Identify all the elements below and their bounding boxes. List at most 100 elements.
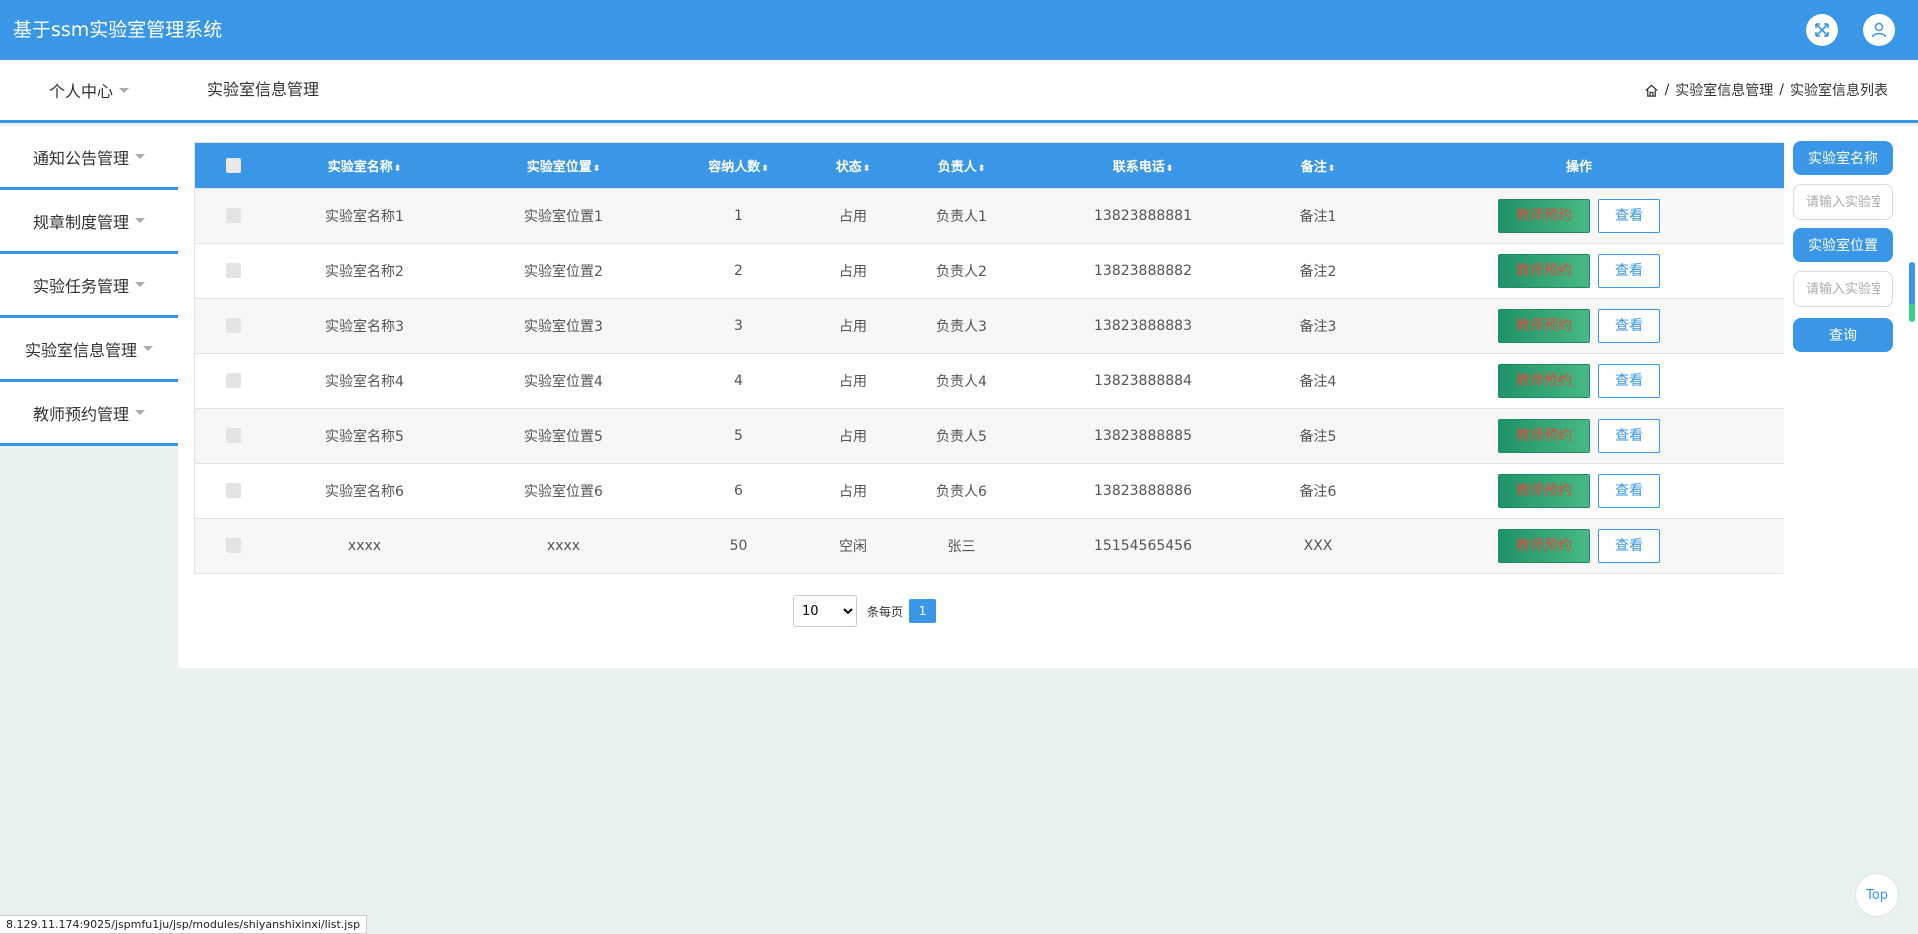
cell-location: 实验室位置2 [524,263,603,280]
home-icon[interactable] [1644,83,1659,98]
cell-phone: 13823888886 [1094,482,1192,499]
view-button[interactable]: 查看 [1598,363,1660,398]
cell-manager: 负责人6 [936,483,987,500]
column-header-actions: 操作 [1565,159,1592,175]
fullscreen-icon [1815,23,1829,37]
cell-actions: 教师预约 查看 [1374,463,1784,518]
query-button[interactable]: 查询 [1793,318,1893,352]
cell-remark: 备注6 [1299,483,1337,500]
cell-location: xxxx [546,537,581,554]
sort-icon: ⬍ [977,163,986,174]
sidebar-item-label: 教师预约管理 [32,404,129,424]
row-checkbox[interactable] [226,318,241,333]
view-button[interactable]: 查看 [1598,308,1660,343]
table-row: 实验室名称6 实验室位置6 6 占用 负责人6 13823888886 备注6 … [195,463,1784,518]
personal-center-label: 个人中心 [48,82,113,101]
cell-manager: 负责人4 [936,373,987,390]
cell-name: xxxx [347,537,382,554]
cell-capacity: 2 [734,262,743,279]
column-header-capacity[interactable]: 容纳人数⬍ [670,143,807,188]
sidebar-item-tasks[interactable]: 实验任务管理 [0,254,178,318]
cell-phone: 13823888883 [1094,317,1192,334]
cell-name: 实验室名称2 [325,263,404,280]
cell-phone: 13823888885 [1094,427,1192,444]
column-header-manager[interactable]: 负责人⬍ [899,143,1024,188]
sidebar-item-rules[interactable]: 规章制度管理 [0,190,178,254]
chevron-down-icon [135,410,145,415]
page-size-select[interactable]: 10 [793,595,857,627]
cell-phone: 13823888882 [1094,262,1192,279]
sort-icon: ⬍ [1327,163,1336,174]
user-icon [1871,22,1887,38]
column-header-remark[interactable]: 备注⬍ [1262,143,1374,188]
reserve-button[interactable]: 教师预约 [1498,253,1590,288]
cell-actions: 教师预约 查看 [1374,243,1784,298]
column-header-status[interactable]: 状态⬍ [807,143,899,188]
breadcrumb-item[interactable]: 实验室信息管理 [1675,80,1773,100]
view-button[interactable]: 查看 [1598,528,1660,563]
sidebar-item-lab-info[interactable]: 实验室信息管理 [0,318,178,382]
cell-status: 占用 [839,483,867,500]
reserve-button[interactable]: 教师预约 [1498,528,1590,563]
sidebar-item-notice[interactable]: 通知公告管理 [0,126,178,190]
sidebar-item-label: 实验任务管理 [32,276,129,296]
page-number-button[interactable]: 1 [909,599,937,623]
cell-phone: 13823888881 [1094,207,1192,224]
row-checkbox[interactable] [226,538,241,554]
lab-name-input[interactable] [1793,184,1893,220]
user-avatar-button[interactable] [1863,14,1895,46]
cell-remark: 备注5 [1299,428,1337,445]
cell-status: 占用 [839,263,867,280]
table-row: 实验室名称2 实验室位置2 2 占用 负责人2 13823888882 备注2 … [195,243,1784,298]
cell-capacity: 6 [734,482,743,499]
view-button[interactable]: 查看 [1598,198,1660,233]
sidebar-item-label: 通知公告管理 [32,148,129,168]
reserve-button[interactable]: 教师预约 [1498,363,1590,398]
fullscreen-button[interactable] [1806,14,1838,46]
reserve-button[interactable]: 教师预约 [1498,198,1590,233]
back-to-top-button[interactable]: Top [1855,873,1899,917]
row-checkbox[interactable] [226,263,241,278]
column-header-location[interactable]: 实验室位置⬍ [457,143,670,188]
sidebar-item-reservation[interactable]: 教师预约管理 [0,382,178,446]
breadcrumb-separator: / [1664,82,1670,98]
row-checkbox[interactable] [226,373,241,388]
table-row: 实验室名称4 实验室位置4 4 占用 负责人4 13823888884 备注4 … [195,353,1784,408]
page-title: 实验室信息管理 [207,80,320,99]
chevron-down-icon [143,346,153,351]
reserve-button[interactable]: 教师预约 [1498,473,1590,508]
cell-name: 实验室名称5 [325,428,404,445]
reserve-button[interactable]: 教师预约 [1498,418,1590,453]
cell-location: 实验室位置6 [524,483,603,500]
row-checkbox[interactable] [226,208,241,223]
cell-actions: 教师预约 查看 [1374,518,1784,573]
search-panel: 实验室名称 实验室位置 查询 [1793,141,1893,361]
lab-location-input[interactable] [1793,271,1893,307]
cell-manager: 负责人1 [936,208,987,225]
reserve-button[interactable]: 教师预约 [1498,308,1590,343]
lab-table: 实验室名称⬍ 实验室位置⬍ 容纳人数⬍ 状态⬍ 负责人⬍ 联系电话⬍ 备注⬍ 操… [194,142,1784,574]
personal-center-menu[interactable]: 个人中心 [0,60,178,120]
view-button[interactable]: 查看 [1598,418,1660,453]
lab-location-label-button[interactable]: 实验室位置 [1793,228,1893,262]
select-all-checkbox[interactable] [226,157,241,173]
row-checkbox[interactable] [226,428,241,443]
cell-remark: 备注1 [1299,208,1337,225]
view-button[interactable]: 查看 [1598,473,1660,508]
per-page-label: 条每页 [867,604,904,619]
scrollbar-thumb[interactable] [1909,262,1915,322]
select-all-cell [195,143,272,188]
cell-status: 空闲 [839,538,867,555]
column-header-phone[interactable]: 联系电话⬍ [1024,143,1262,188]
lab-name-label-button[interactable]: 实验室名称 [1793,141,1893,175]
cell-status: 占用 [839,373,867,390]
breadcrumb: / 实验室信息管理 / 实验室信息列表 [1644,60,1888,120]
view-button[interactable]: 查看 [1598,253,1660,288]
sort-icon: ⬍ [761,163,769,174]
sort-icon: ⬍ [393,163,402,174]
table-row: xxxx xxxx 50 空闲 张三 15154565456 XXX 教师预约查… [195,518,1784,573]
row-checkbox[interactable] [226,483,241,498]
top-header: 基于ssm实验室管理系统 [0,0,1918,60]
cell-status: 占用 [839,428,867,445]
column-header-name[interactable]: 实验室名称⬍ [272,143,457,188]
